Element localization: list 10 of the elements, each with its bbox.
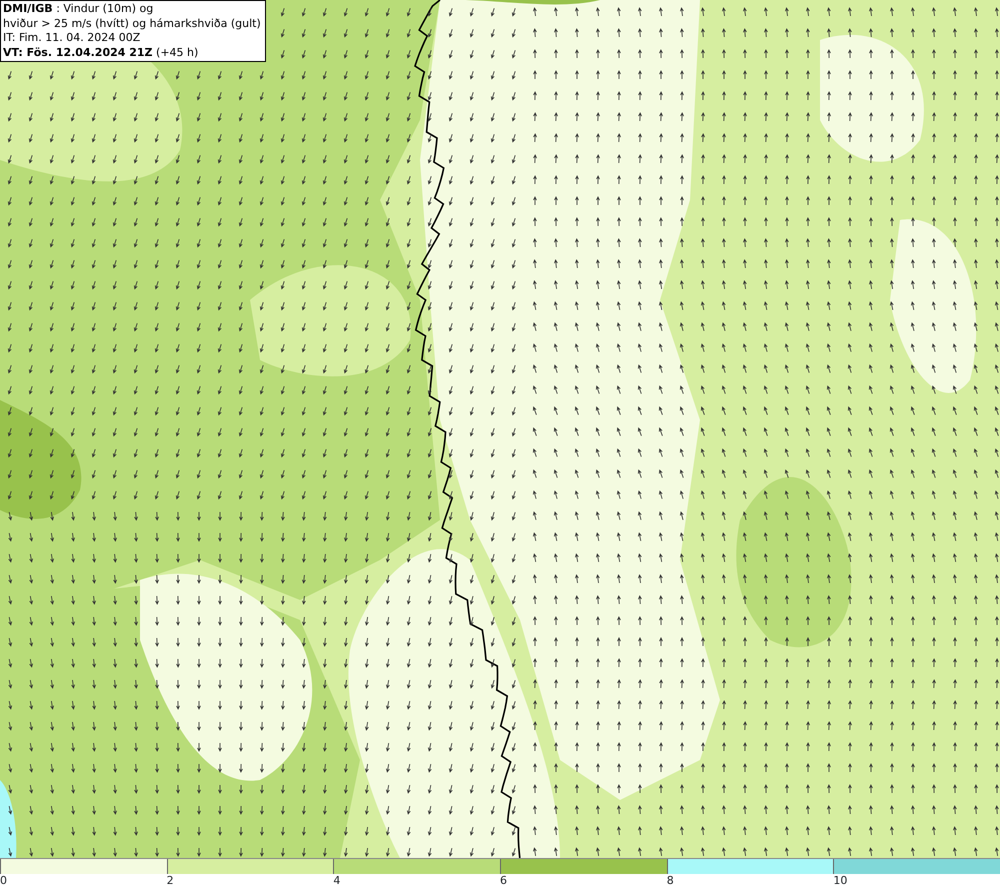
- legend-label: 6: [500, 874, 508, 887]
- info-text: DMI/IGB : Vindur (10m) og: [3, 2, 154, 16]
- legend-label: 0: [0, 874, 7, 887]
- legend-label: 8: [666, 874, 674, 887]
- info-text: VT: Fös. 12.04.2024 21Z (+45 h): [3, 46, 200, 60]
- info-text: IT: Fim. 11. 04. 2024 00Z: [3, 31, 142, 46]
- legend-label: 10: [833, 874, 848, 887]
- info-text: hviður > 25 m/s (hvítt) og hámarkshviða (gult): [3, 16, 261, 31]
- legend-label: 2: [166, 874, 174, 887]
- legend-label: 4: [333, 874, 340, 887]
